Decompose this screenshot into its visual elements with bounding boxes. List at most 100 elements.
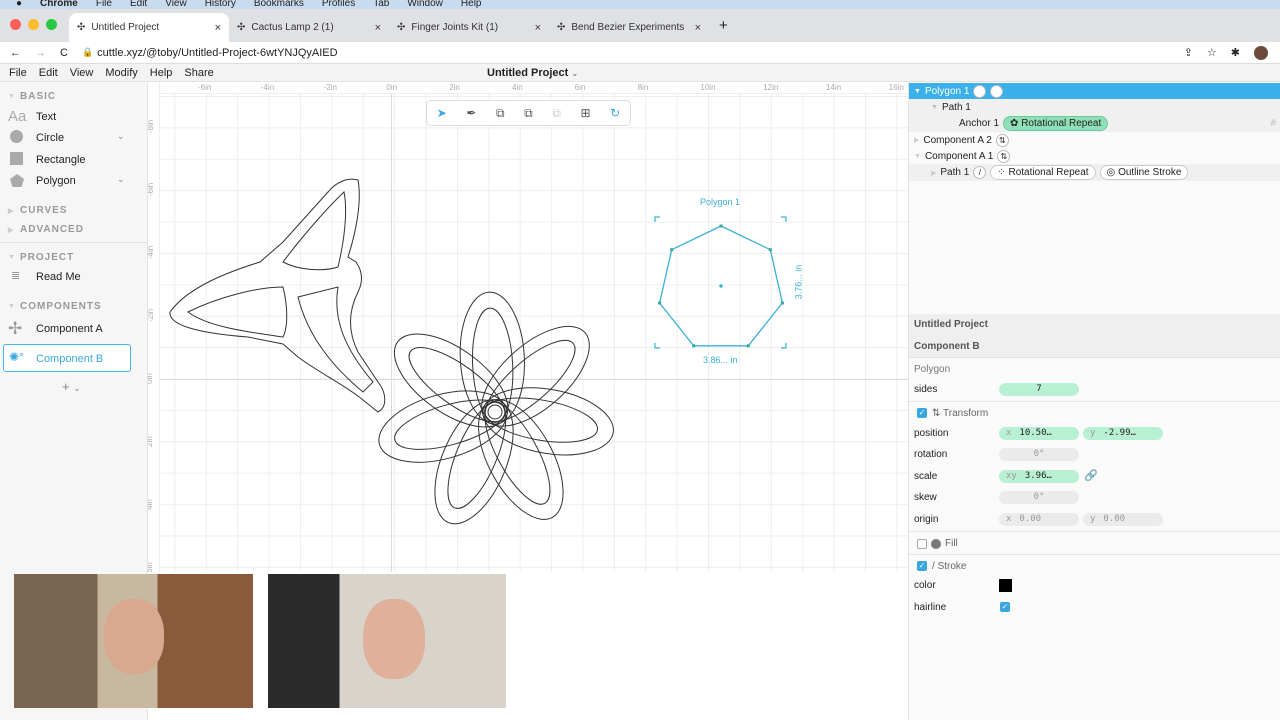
menu-modify[interactable]: Modify: [105, 67, 137, 79]
snap-grid-icon[interactable]: ⊞: [580, 106, 590, 120]
fill-checkbox[interactable]: [917, 539, 927, 549]
expand-icon[interactable]: ▶: [914, 136, 919, 144]
project-title-dropdown[interactable]: Untitled Project ⌄: [487, 67, 578, 79]
anchor-point[interactable]: [692, 344, 696, 348]
sidebar-item-rectangle[interactable]: Rectangle: [36, 154, 86, 166]
apple-icon[interactable]: ●: [16, 0, 22, 9]
avatar[interactable]: [1254, 45, 1268, 60]
section-components[interactable]: COMPONENTS: [8, 301, 102, 312]
anchor-point[interactable]: [746, 344, 750, 348]
section-curves[interactable]: CURVES: [8, 205, 68, 216]
sides-input[interactable]: 7: [999, 383, 1079, 396]
outline-stroke-modifier[interactable]: ◎ Outline Stroke: [1099, 165, 1189, 180]
menu-view[interactable]: View: [70, 67, 94, 79]
section-basic[interactable]: BASIC: [8, 91, 56, 102]
anchor-point[interactable]: [768, 248, 772, 252]
tab-finger-joints[interactable]: ✣ Finger Joints Kit (1) ×: [389, 13, 549, 42]
bring-forward-icon[interactable]: ⧉: [496, 106, 505, 121]
anchor-point[interactable]: [658, 301, 662, 305]
expand-icon[interactable]: ▼: [914, 153, 921, 160]
zoom-window-button[interactable]: [46, 19, 57, 30]
close-tab-icon[interactable]: ×: [375, 22, 381, 34]
select-tool-icon[interactable]: ➤: [437, 106, 447, 120]
pen-tool-icon[interactable]: ✒: [466, 106, 476, 120]
stroke-icon[interactable]: /: [990, 84, 1004, 98]
tree-item-polygon-1[interactable]: ▼ Polygon 1 ⇅ /: [909, 83, 1280, 99]
hairline-checkbox[interactable]: ✓: [1000, 602, 1010, 612]
stroke-icon[interactable]: /: [973, 166, 987, 179]
anchor-point[interactable]: [780, 301, 784, 305]
os-menu-item[interactable]: Chrome: [40, 0, 78, 9]
os-menu-item[interactable]: Help: [461, 0, 482, 9]
section-advanced[interactable]: ADVANCED: [8, 224, 84, 235]
sidebar-item-component-a[interactable]: Component A: [36, 323, 103, 335]
sidebar-item-read-me[interactable]: Read Me: [36, 271, 81, 283]
tree-item-path-1b[interactable]: ▶ Path 1/ ⁘ Rotational Repeat ◎ Outline S…: [909, 164, 1280, 181]
chevron-down-icon[interactable]: ⌄: [117, 131, 125, 142]
os-menu-item[interactable]: View: [165, 0, 187, 9]
anchor-point[interactable]: [670, 248, 674, 252]
back-icon[interactable]: ←: [10, 47, 21, 59]
menu-help[interactable]: Help: [150, 67, 173, 79]
menu-file[interactable]: File: [9, 67, 27, 79]
origin-x-input[interactable]: x 0.00: [999, 513, 1079, 526]
os-menu-item[interactable]: Tab: [373, 0, 389, 9]
tab-cactus-lamp[interactable]: ✣ Cactus Lamp 2 (1) ×: [229, 13, 389, 42]
rotational-repeat-modifier[interactable]: ✿ Rotational Repeat: [1003, 116, 1109, 131]
tree-item-component-a-2[interactable]: ▶ Component A 2 ⇅: [909, 132, 1280, 148]
close-tab-icon[interactable]: ×: [535, 22, 541, 34]
selection-corners[interactable]: [654, 216, 787, 349]
extensions-icon[interactable]: ✱: [1231, 46, 1240, 59]
os-menu-item[interactable]: Bookmarks: [254, 0, 304, 9]
close-tab-icon[interactable]: ×: [215, 22, 221, 34]
arrange-icon[interactable]: ⧉: [552, 106, 561, 121]
link-icon[interactable]: 🔗: [1084, 469, 1098, 482]
sidebar-item-polygon[interactable]: Polygon: [36, 175, 76, 187]
transform-checkbox[interactable]: ✓: [917, 408, 927, 418]
sidebar-item-component-b[interactable]: ✺° Component B: [3, 344, 131, 372]
snap-magnet-icon[interactable]: ↻: [610, 106, 620, 120]
send-backward-icon[interactable]: ⧉: [524, 106, 533, 121]
stroke-color-swatch[interactable]: [999, 579, 1012, 592]
new-tab-button[interactable]: +: [709, 17, 728, 42]
sidebar-item-circle[interactable]: Circle: [36, 132, 64, 144]
transform-icon[interactable]: ⇅: [995, 133, 1009, 147]
menu-share[interactable]: Share: [184, 67, 213, 79]
tab-bend-bezier[interactable]: ✣ Bend Bezier Experiments ×: [549, 13, 709, 42]
grid-icon[interactable]: #: [1270, 118, 1276, 129]
section-project[interactable]: PROJECT: [8, 252, 74, 263]
anchor-point[interactable]: [719, 224, 723, 228]
os-menu-item[interactable]: History: [205, 0, 236, 9]
share-icon[interactable]: ⇪: [1184, 46, 1193, 59]
close-tab-icon[interactable]: ×: [695, 22, 701, 34]
origin-y-input[interactable]: y 0.00: [1083, 513, 1163, 526]
tree-item-component-a-1[interactable]: ▼ Component A 1 ⇅: [909, 148, 1280, 164]
sidebar-item-text[interactable]: Text: [36, 111, 56, 123]
expand-icon[interactable]: ▼: [914, 88, 921, 95]
reload-icon[interactable]: C: [60, 47, 68, 59]
position-x-input[interactable]: x 10.50…: [999, 427, 1079, 440]
os-menu-item[interactable]: Profiles: [322, 0, 355, 9]
stroke-checkbox[interactable]: ✓: [917, 561, 927, 571]
transform-icon[interactable]: ⇅: [997, 149, 1011, 163]
os-menu-item[interactable]: Window: [407, 0, 443, 9]
os-menu-item[interactable]: File: [96, 0, 112, 9]
breadcrumb-project[interactable]: Untitled Project: [909, 314, 1280, 336]
canvas[interactable]: -6in -4in -2in 0in 2in 4in 6in 8in 10in 12in 14in 1…: [148, 82, 908, 572]
position-y-input[interactable]: y -2.99…: [1083, 427, 1163, 440]
add-component-button[interactable]: + ⌄: [62, 379, 81, 394]
close-window-button[interactable]: [10, 19, 21, 30]
tree-item-path-1[interactable]: ▼ Path 1: [909, 99, 1280, 115]
forward-icon[interactable]: →: [35, 47, 46, 59]
tab-untitled-project[interactable]: ✣ Untitled Project ×: [69, 13, 229, 42]
rotation-input[interactable]: 0°: [999, 448, 1079, 461]
minimize-window-button[interactable]: [28, 19, 39, 30]
rotational-repeat-modifier[interactable]: ⁘ Rotational Repeat: [990, 165, 1096, 180]
os-menu-item[interactable]: Edit: [130, 0, 147, 9]
transform-icon[interactable]: ⇅: [973, 84, 987, 98]
scale-input[interactable]: xy 3.96…: [999, 470, 1079, 483]
chevron-down-icon[interactable]: ⌄: [117, 174, 125, 185]
tree-item-anchor-1[interactable]: Anchor 1 ✿ Rotational Repeat #: [909, 115, 1280, 132]
url-input[interactable]: cuttle.xyz/@toby/Untitled-Project-6wtYNJ…: [97, 47, 337, 59]
expand-icon[interactable]: ▶: [931, 169, 936, 177]
